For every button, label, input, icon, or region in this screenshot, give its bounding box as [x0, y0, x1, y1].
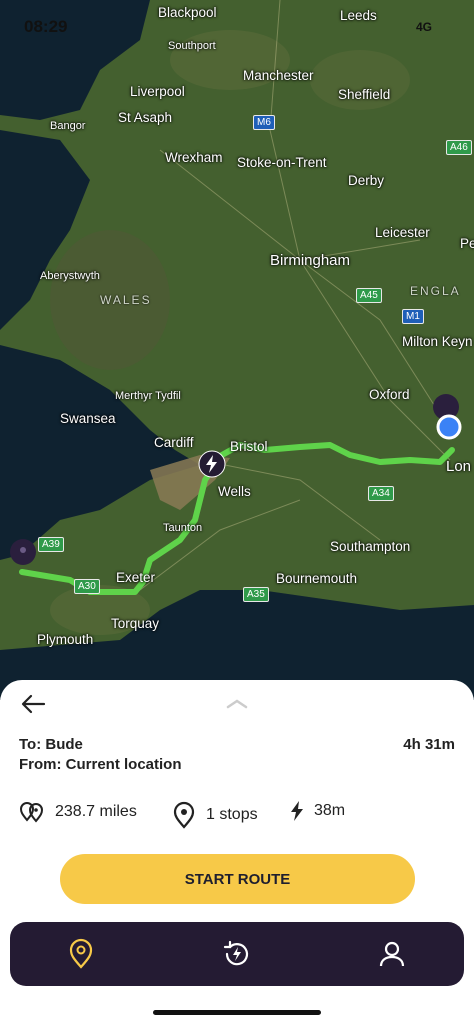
charging-stop-marker[interactable]: [198, 450, 226, 478]
stops-stat: 1 stops: [172, 801, 258, 829]
bottom-navigation: [10, 922, 464, 986]
road-shield: M6: [253, 115, 275, 130]
place-label: Swansea: [60, 411, 116, 426]
place-label: Birmingham: [270, 252, 351, 269]
status-bar: 08:29 4G: [0, 0, 474, 46]
place-label: St Asaph: [118, 110, 173, 125]
current-location-marker[interactable]: [432, 393, 466, 443]
home-indicator: [153, 1010, 321, 1015]
road-shield: A39: [38, 537, 64, 552]
place-label: Southampton: [330, 539, 411, 554]
place-label: Lon: [446, 458, 472, 475]
place-label: Aberystwyth: [40, 270, 100, 282]
place-label: Taunton: [163, 522, 203, 534]
location-pin-icon: [173, 801, 195, 829]
profile-icon[interactable]: [376, 938, 408, 970]
stops-value: 1 stops: [206, 806, 258, 823]
destination-marker[interactable]: [9, 538, 37, 568]
region-label: ENGLA: [410, 284, 461, 298]
place-label: Pe: [460, 236, 474, 251]
place-label: Torquay: [111, 616, 160, 631]
origin-text: From: Current location: [19, 756, 182, 773]
history-charge-icon[interactable]: [221, 938, 253, 970]
place-label: Liverpool: [130, 84, 185, 99]
status-time: 08:29: [24, 17, 68, 36]
place-label: Derby: [348, 173, 385, 188]
place-label: Cardiff: [154, 435, 194, 450]
road-shield: M1: [402, 309, 424, 324]
destination-text: To: Bude: [19, 736, 83, 753]
road-shield: A35: [243, 587, 269, 602]
road-shield: A30: [74, 579, 100, 594]
distance-value: 238.7 miles: [55, 803, 137, 820]
place-label: Blackpool: [158, 5, 217, 20]
charge-time-value: 38m: [314, 802, 346, 819]
charge-time-stat: 38m: [290, 801, 345, 821]
place-label: Milton Keyn: [402, 334, 473, 349]
back-arrow-icon[interactable]: [20, 694, 46, 714]
place-label: Exeter: [116, 570, 156, 585]
lightning-icon: [291, 801, 303, 821]
place-label: Sheffield: [338, 87, 391, 102]
place-label: Bournemouth: [276, 571, 358, 586]
road-shield: A46: [446, 140, 472, 155]
place-label: Stoke-on-Trent: [237, 155, 327, 170]
distance-stat: 238.7 miles: [19, 801, 137, 823]
place-label: Leeds: [340, 8, 377, 23]
place-label: Wells: [218, 484, 251, 499]
route-map[interactable]: 08:29 4G Blackpool Leeds Southport Manch…: [0, 0, 474, 700]
place-label: Manchester: [243, 68, 314, 83]
place-label: Bristol: [230, 439, 268, 454]
place-label: Leicester: [375, 225, 430, 240]
place-label: Southport: [168, 40, 216, 52]
place-label: Plymouth: [37, 632, 94, 647]
place-label: Oxford: [369, 387, 410, 402]
place-label: Merthyr Tydfil: [115, 390, 181, 402]
road-shield: A45: [356, 288, 382, 303]
network-indicator: 4G: [415, 20, 432, 34]
place-label: Wrexham: [165, 150, 223, 165]
chevron-up-icon[interactable]: [226, 699, 248, 709]
route-distance-icon: [19, 802, 44, 823]
location-pin-icon[interactable]: [65, 938, 97, 970]
place-label: Bangor: [50, 120, 86, 132]
trip-duration: 4h 31m: [403, 736, 455, 753]
start-route-button[interactable]: START ROUTE: [60, 854, 415, 904]
map-terrain: [0, 0, 474, 700]
region-label: WALES: [100, 293, 152, 307]
road-shield: A34: [368, 486, 394, 501]
